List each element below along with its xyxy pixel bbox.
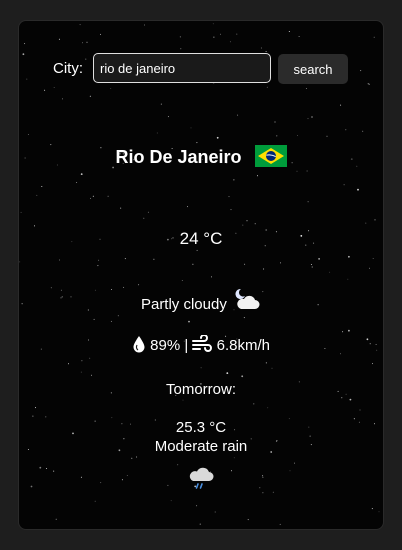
city-label: City: xyxy=(53,60,83,77)
weather-card: City: search Rio De Janeiro 24 °C Partly… xyxy=(18,20,384,530)
tomorrow-condition: Moderate rain xyxy=(154,438,248,455)
humidity-drop-icon xyxy=(132,336,150,354)
current-temperature: 24 °C xyxy=(179,229,223,248)
wind-icon xyxy=(192,334,216,354)
current-stats-row: 89% | 6.8km/h xyxy=(19,334,383,354)
search-bar: City: search xyxy=(19,53,383,85)
search-button[interactable]: search xyxy=(278,54,348,84)
tomorrow-temperature: 25.3 °C xyxy=(175,419,227,436)
humidity-value: 89% xyxy=(150,337,181,354)
rain-cloud-icon xyxy=(189,465,215,496)
city-name: Rio De Janeiro xyxy=(115,147,242,167)
city-search-input[interactable] xyxy=(93,53,271,83)
city-heading: Rio De Janeiro xyxy=(19,145,383,172)
current-condition: Partly cloudy xyxy=(140,296,227,313)
tomorrow-label: Tomorrow: xyxy=(165,381,236,398)
partly-cloudy-night-icon xyxy=(231,288,261,313)
current-condition-row: Partly cloudy xyxy=(19,287,383,313)
wind-value: 6.8km/h xyxy=(216,337,270,354)
stats-separator: | xyxy=(184,337,189,354)
brazil-flag-icon xyxy=(254,145,287,172)
